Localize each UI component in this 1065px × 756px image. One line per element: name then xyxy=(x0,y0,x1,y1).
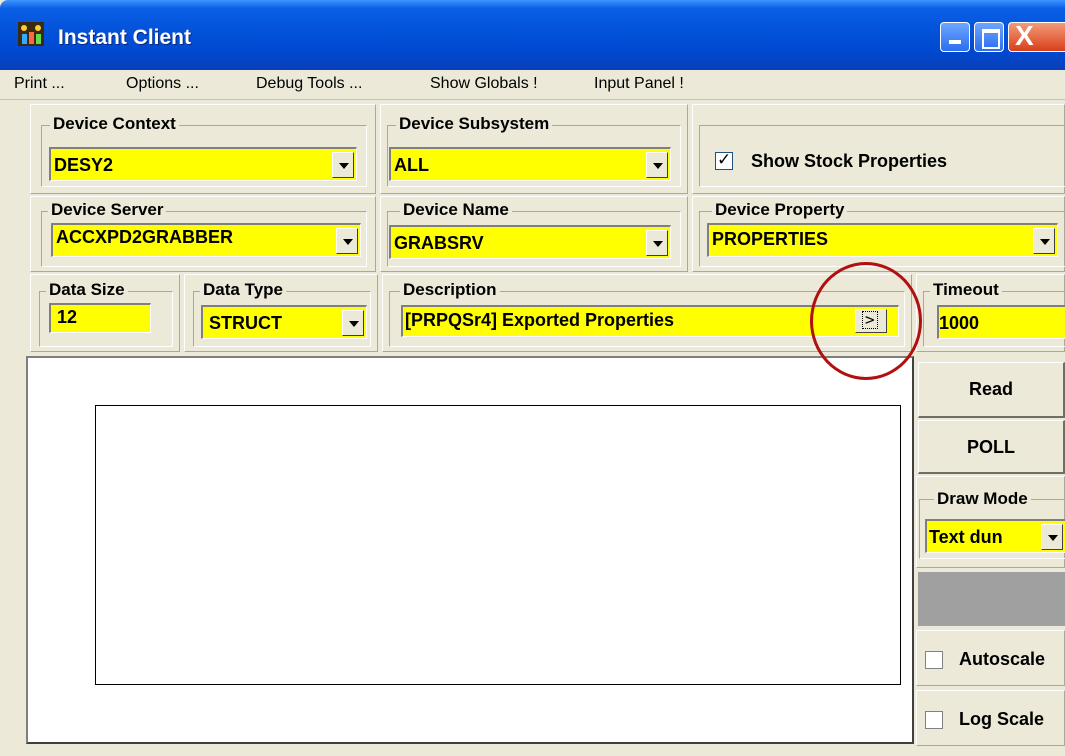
poll-button[interactable]: POLL xyxy=(918,420,1065,474)
menu-debug-tools[interactable]: Debug Tools ... xyxy=(256,75,362,93)
log-scale-checkbox[interactable] xyxy=(925,711,943,729)
menu-input-panel[interactable]: Input Panel ! xyxy=(594,75,684,93)
device-server-value: ACCXPD2GRABBER xyxy=(56,227,234,247)
show-stock-checkbox[interactable] xyxy=(715,150,733,170)
menu-options[interactable]: Options ... xyxy=(126,75,199,93)
title-bar[interactable]: Instant Client X xyxy=(0,0,1065,70)
data-type-select[interactable]: STRUCT xyxy=(201,305,367,339)
chevron-down-icon[interactable] xyxy=(1033,228,1055,254)
data-type-value: STRUCT xyxy=(209,313,282,333)
menu-bar: Print ... Options ... Debug Tools ... Sh… xyxy=(0,70,1065,100)
device-name-label: Device Name xyxy=(400,200,512,220)
panel-show-stock: Show Stock Properties xyxy=(692,104,1065,194)
draw-mode-value: Text dun xyxy=(929,527,1003,547)
draw-mode-label: Draw Mode xyxy=(934,489,1031,509)
chevron-down-icon[interactable] xyxy=(342,310,364,336)
chevron-down-icon[interactable] xyxy=(1041,524,1063,550)
device-name-select[interactable]: GRABSRV xyxy=(389,225,671,259)
description-label: Description xyxy=(400,280,500,300)
minimize-icon[interactable] xyxy=(940,22,970,52)
panel-device-name: Device Name GRABSRV xyxy=(380,196,688,272)
panel-autoscale: Autoscale xyxy=(916,630,1065,686)
status-gray-area xyxy=(918,572,1065,626)
autoscale-label: Autoscale xyxy=(959,649,1046,669)
read-button[interactable]: Read xyxy=(918,362,1065,418)
maximize-icon[interactable] xyxy=(974,22,1004,52)
device-server-label: Device Server xyxy=(48,200,167,220)
app-icon xyxy=(18,22,44,46)
instant-client-window: Instant Client X Print ... Options ... D… xyxy=(0,0,1065,756)
device-name-value: GRABSRV xyxy=(394,233,484,253)
chevron-down-icon[interactable] xyxy=(646,230,668,256)
panel-data-type: Data Type STRUCT xyxy=(184,274,378,352)
panel-device-context: Device Context DESY2 xyxy=(30,104,376,194)
device-context-label: Device Context xyxy=(50,114,179,134)
timeout-field[interactable]: 1000 xyxy=(937,305,1065,339)
device-subsystem-value: ALL xyxy=(394,155,429,175)
device-subsystem-select[interactable]: ALL xyxy=(389,147,671,181)
autoscale-checkbox[interactable] xyxy=(925,651,943,669)
panel-draw-mode: Draw Mode Text dun xyxy=(916,476,1065,568)
display-area[interactable] xyxy=(26,356,914,744)
close-icon[interactable]: X xyxy=(1008,20,1065,52)
data-type-label: Data Type xyxy=(200,280,286,300)
panel-timeout: Timeout 1000 xyxy=(916,274,1065,352)
chevron-down-icon[interactable] xyxy=(336,228,358,254)
display-inner-box xyxy=(95,405,901,685)
panel-device-server: Device Server ACCXPD2GRABBER xyxy=(30,196,376,272)
device-context-value: DESY2 xyxy=(54,155,114,175)
draw-mode-select[interactable]: Text dun xyxy=(925,519,1065,553)
menu-print[interactable]: Print ... xyxy=(14,75,65,93)
timeout-value: 1000 xyxy=(939,313,980,333)
description-value: [PRPQSr4] Exported Properties xyxy=(405,310,675,330)
panel-device-subsystem: Device Subsystem ALL xyxy=(380,104,688,194)
device-subsystem-label: Device Subsystem xyxy=(396,114,553,134)
device-property-select[interactable]: PROPERTIES xyxy=(707,223,1058,257)
data-size-field[interactable]: 12 xyxy=(49,303,151,333)
device-server-select[interactable]: ACCXPD2GRABBER xyxy=(51,223,361,257)
data-size-label: Data Size xyxy=(46,280,128,300)
show-stock-label: Show Stock Properties xyxy=(751,151,948,171)
window-title: Instant Client xyxy=(58,26,192,49)
panel-log-scale: Log Scale xyxy=(916,690,1065,746)
close-glyph: X xyxy=(1015,20,1034,51)
device-property-value: PROPERTIES xyxy=(712,229,829,249)
chevron-down-icon[interactable] xyxy=(646,152,668,178)
log-scale-label: Log Scale xyxy=(959,709,1045,729)
panel-device-property: Device Property PROPERTIES xyxy=(692,196,1065,272)
device-context-select[interactable]: DESY2 xyxy=(49,147,357,181)
annotation-circle xyxy=(810,262,922,380)
panel-data-size: Data Size 12 xyxy=(30,274,180,352)
chevron-down-icon[interactable] xyxy=(332,152,354,178)
device-property-label: Device Property xyxy=(712,200,848,220)
timeout-label: Timeout xyxy=(930,280,1002,300)
data-size-value: 12 xyxy=(57,307,78,327)
menu-show-globals[interactable]: Show Globals ! xyxy=(430,75,538,93)
